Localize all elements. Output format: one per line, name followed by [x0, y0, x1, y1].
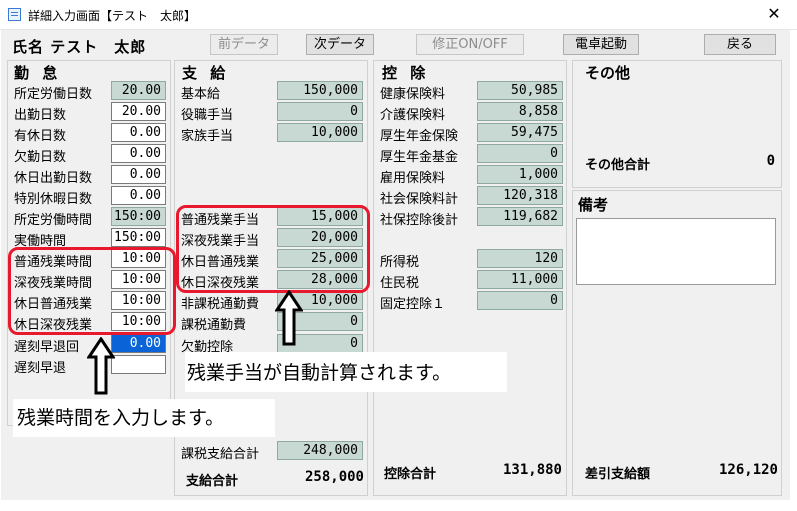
attendance-value: 20.00 [111, 81, 166, 100]
deduction-value: 120,318 [477, 186, 563, 205]
deduction-label: 社保控除後計 [380, 213, 459, 228]
payment-label: 課税通勤費 [181, 318, 247, 333]
deduction-value: 120 [477, 249, 563, 268]
attendance-label: 遅刻早退 [14, 361, 67, 376]
remarks-input[interactable] [576, 218, 776, 285]
up-arrow-icon [275, 290, 303, 346]
payment-label: 非課税通勤費 [181, 297, 260, 312]
employee-name: 氏名 テスト 太郎 [12, 38, 147, 56]
attendance-label: 所定労働時間 [14, 213, 93, 228]
attendance-label: 遅刻早退回 [14, 340, 80, 355]
deduction-label: 厚生年金保険 [380, 129, 459, 144]
deduction-title: 控 除 [382, 64, 430, 82]
deduction-value: 119,682 [477, 207, 563, 226]
attendance-field[interactable]: 20.00 [111, 102, 166, 121]
prev-data-button[interactable]: 前データ [210, 34, 278, 55]
window-title: 詳細入力画面【テスト 太郎】 [28, 9, 197, 23]
attendance-label: 出勤日数 [14, 108, 67, 123]
overtime-hours-highlight [8, 247, 176, 335]
deduction-value: 50,985 [477, 81, 563, 100]
other-total-label: その他合計 [585, 158, 651, 173]
attendance-value: 150:00 [111, 207, 166, 226]
attendance-title: 勤 怠 [14, 64, 62, 82]
payment-label: 役職手当 [181, 108, 234, 123]
edit-toggle-button[interactable]: 修正ON/OFF [416, 34, 524, 55]
attendance-field[interactable]: 0.00 [111, 123, 166, 142]
payment-value: 248,000 [277, 441, 363, 460]
deduction-label: 社会保険料計 [380, 192, 459, 207]
payment-value: 0 [277, 102, 363, 121]
title-bar: 詳細入力画面【テスト 太郎】 ✕ [0, 0, 797, 30]
other-title: その他 [585, 64, 631, 82]
deduction-label: 住民税 [380, 276, 420, 291]
attendance-label: 休日出勤日数 [14, 171, 93, 186]
attendance-field-selected[interactable]: 0.00 [111, 334, 166, 353]
allowance-callout: 残業手当が自動計算されます。 [185, 352, 507, 392]
attendance-field[interactable]: 0.00 [111, 186, 166, 205]
overtime-allowance-highlight [176, 205, 370, 293]
remarks-label: 備考 [578, 196, 609, 214]
attendance-label: 所定労働日数 [14, 87, 93, 102]
calculator-button[interactable]: 電卓起動 [563, 34, 639, 55]
attendance-field[interactable] [111, 355, 166, 374]
app-window-icon [8, 8, 21, 21]
payment-title: 支 給 [182, 64, 230, 82]
back-button[interactable]: 戻る [704, 34, 776, 55]
payment-label: 基本給 [181, 87, 221, 102]
net-pay-label: 差引支給額 [585, 467, 651, 482]
deduction-label: 雇用保険料 [380, 171, 446, 186]
deduction-label: 所得税 [380, 255, 420, 270]
deduction-value: 11,000 [477, 270, 563, 289]
deduction-label: 厚生年金基金 [380, 150, 459, 165]
close-icon[interactable]: ✕ [763, 3, 785, 25]
deduction-value: 0 [477, 144, 563, 163]
up-arrow-icon [87, 337, 115, 395]
deduction-value: 1,000 [477, 165, 563, 184]
deduction-total-label: 控除合計 [384, 467, 437, 482]
payment-label: 家族手当 [181, 129, 234, 144]
hours-callout: 残業時間を入力します。 [13, 399, 275, 437]
deduction-label: 固定控除１ [380, 297, 446, 312]
deduction-label: 介護保険料 [380, 108, 446, 123]
attendance-field[interactable]: 150:00 [111, 228, 166, 247]
net-pay-value: 126,120 [718, 462, 778, 478]
deduction-value: 0 [477, 291, 563, 310]
next-data-button[interactable]: 次データ [306, 34, 374, 55]
payment-total-label: 支給合計 [186, 474, 239, 489]
payment-value: 10,000 [277, 123, 363, 142]
attendance-label: 欠勤日数 [14, 150, 67, 165]
payment-total-value: 258,000 [304, 469, 364, 485]
deduction-label: 健康保険料 [380, 87, 446, 102]
deduction-value: 8,858 [477, 102, 563, 121]
attendance-field[interactable]: 0.00 [111, 144, 166, 163]
deduction-total-value: 131,880 [502, 462, 562, 478]
payment-label: 課税支給合計 [181, 447, 260, 462]
attendance-label: 特別休暇日数 [14, 192, 93, 207]
attendance-label: 有休日数 [14, 129, 67, 144]
payment-value: 150,000 [277, 81, 363, 100]
deduction-value: 59,475 [477, 123, 563, 142]
other-total-value: 0 [766, 153, 775, 169]
attendance-field[interactable]: 0.00 [111, 165, 166, 184]
